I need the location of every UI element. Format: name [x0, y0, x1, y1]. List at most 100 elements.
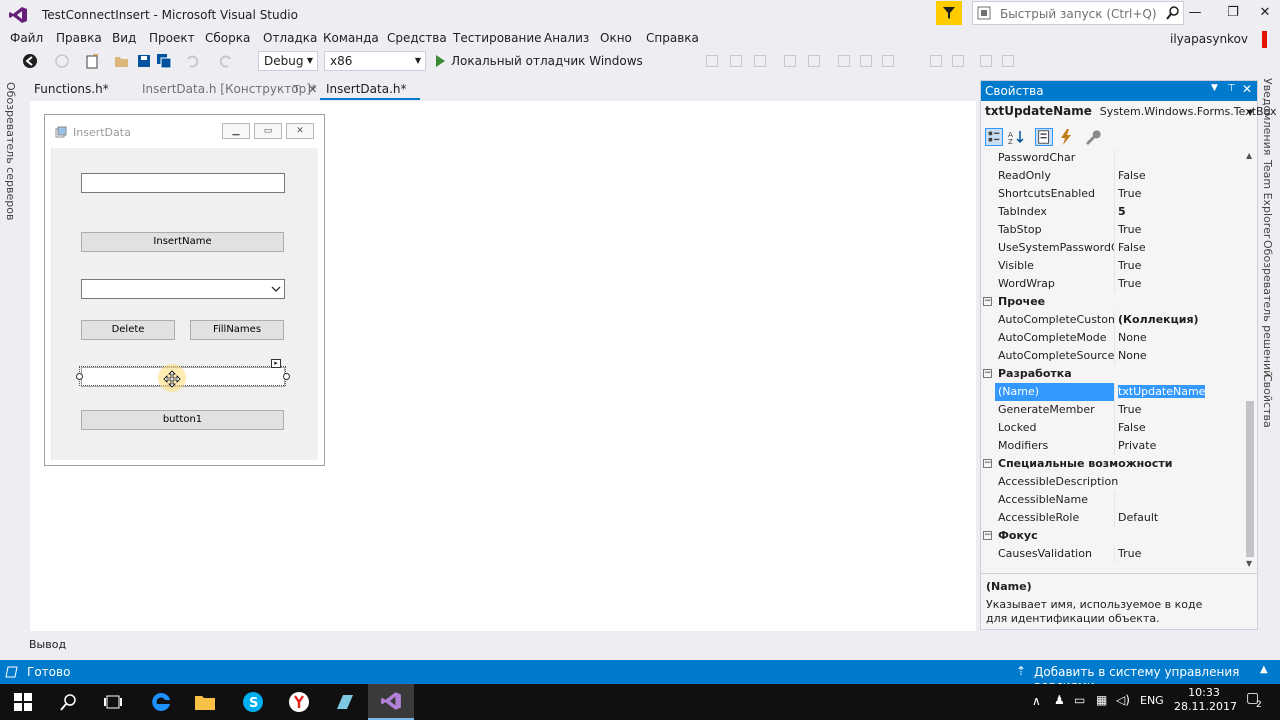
menu-test[interactable]: Тестирование — [453, 30, 542, 46]
property-value-editor[interactable]: txtUpdateName — [1118, 383, 1206, 401]
chevron-down-icon[interactable]: ▼ — [1247, 108, 1253, 117]
close-tab-icon[interactable]: ✕ — [308, 80, 317, 99]
make-same-width-icon[interactable] — [838, 55, 850, 67]
solution-config-select[interactable]: Debug ▼ — [258, 51, 318, 71]
property-row[interactable]: PasswordChar — [981, 149, 1243, 167]
property-row[interactable]: ReadOnly False — [981, 167, 1243, 185]
tab-functions-h[interactable]: Functions.h* — [28, 80, 138, 100]
navigate-back-icon[interactable] — [22, 53, 38, 69]
menu-window[interactable]: Окно — [600, 30, 632, 46]
notification-filter-icon[interactable] — [936, 1, 962, 25]
button1[interactable]: button1 — [81, 410, 284, 430]
category-design[interactable]: − Разработка — [981, 365, 1243, 383]
visual-studio-taskbar-button[interactable] — [368, 684, 414, 720]
solution-platform-select[interactable]: x86 ▼ — [324, 51, 426, 71]
menu-edit[interactable]: Правка — [56, 30, 102, 46]
bring-to-front-icon[interactable] — [980, 55, 992, 67]
maximize-button[interactable]: ❐ — [1216, 0, 1250, 26]
names-combobox[interactable] — [81, 279, 285, 299]
property-row[interactable]: GenerateMember True — [981, 401, 1243, 419]
property-row[interactable]: AccessibleDescription — [981, 473, 1243, 491]
input-language[interactable]: ENG — [1140, 694, 1164, 707]
undo-icon[interactable] — [184, 53, 200, 69]
category-other[interactable]: − Прочее — [981, 293, 1243, 311]
navigate-forward-icon[interactable] — [54, 53, 70, 69]
name-textbox[interactable] — [81, 173, 285, 193]
alphabetical-icon[interactable]: AZ — [1007, 128, 1025, 146]
server-explorer-tab[interactable]: Обозреватель серверов — [4, 82, 17, 220]
menu-build[interactable]: Сборка — [205, 30, 250, 46]
make-same-height-icon[interactable] — [860, 55, 872, 67]
center-horizontally-icon[interactable] — [930, 55, 942, 67]
start-debugging-button[interactable]: Локальный отладчик Windows — [436, 51, 643, 71]
tab-insertdata-designer[interactable]: InsertData.h [Конструктор]* ⊤ ✕ — [136, 80, 322, 100]
team-explorer-tab[interactable]: Team Explorer — [1261, 160, 1274, 238]
property-row[interactable]: ShortcutsEnabled True — [981, 185, 1243, 203]
network-icon[interactable]: ▦ — [1096, 693, 1107, 707]
delete-button[interactable]: Delete — [81, 320, 175, 340]
property-row[interactable]: UseSystemPasswordCh False — [981, 239, 1243, 257]
explorer-taskbar-button[interactable] — [182, 684, 228, 720]
menu-tools[interactable]: Средства — [387, 30, 447, 46]
menu-file[interactable]: Файл — [10, 30, 43, 46]
collapse-icon[interactable]: − — [983, 459, 992, 468]
property-row[interactable]: WordWrap True — [981, 275, 1243, 293]
collapse-icon[interactable]: − — [983, 297, 992, 306]
insert-name-button[interactable]: InsertName — [81, 232, 284, 252]
categorized-icon[interactable] — [985, 128, 1003, 146]
menu-analyze[interactable]: Анализ — [544, 30, 589, 46]
scroll-down-icon[interactable]: ▼ — [1246, 559, 1252, 568]
property-row[interactable]: AutoCompleteSource None — [981, 347, 1243, 365]
notification-flag-icon[interactable] — [1262, 31, 1267, 48]
events-icon[interactable] — [1057, 128, 1075, 146]
menu-debug[interactable]: Отладка — [263, 30, 317, 46]
chevron-up-icon[interactable]: ▲ — [1260, 664, 1268, 675]
category-accessibility[interactable]: − Специальные возможности — [981, 455, 1243, 473]
minimize-button[interactable]: — — [1178, 0, 1212, 26]
people-icon[interactable]: ♟ — [1054, 693, 1065, 707]
menu-help[interactable]: Справка — [646, 30, 699, 46]
pin-icon[interactable]: ⊤ — [1227, 83, 1236, 94]
solution-explorer-tab[interactable]: Обозреватель решений — [1261, 240, 1274, 377]
output-window-tab[interactable]: Вывод — [29, 638, 66, 651]
property-row[interactable]: TabStop True — [981, 221, 1243, 239]
close-button[interactable]: ✕ — [1248, 0, 1280, 26]
search-button[interactable] — [46, 684, 92, 720]
app-taskbar-button[interactable] — [322, 684, 368, 720]
property-row[interactable]: AutoCompleteMode None — [981, 329, 1243, 347]
menu-view[interactable]: Вид — [112, 30, 136, 46]
property-row[interactable]: Visible True — [981, 257, 1243, 275]
property-row[interactable]: Modifiers Private — [981, 437, 1243, 455]
tray-chevron-icon[interactable]: ∧ — [1032, 694, 1041, 708]
skype-taskbar-button[interactable]: S — [230, 684, 276, 720]
property-row[interactable]: CausesValidation True — [981, 545, 1243, 563]
resize-handle-left[interactable] — [76, 373, 83, 380]
close-icon[interactable]: ✕ — [1242, 82, 1252, 96]
align-tops-icon[interactable] — [784, 55, 796, 67]
menu-team[interactable]: Команда — [323, 30, 379, 46]
collapse-icon[interactable]: − — [983, 531, 992, 540]
quick-launch-input[interactable]: Быстрый запуск (Ctrl+Q) — [972, 1, 1184, 25]
smart-tag-icon[interactable]: ▸ — [271, 359, 281, 368]
send-to-back-icon[interactable] — [1002, 55, 1014, 67]
menu-project[interactable]: Проект — [149, 30, 195, 46]
properties-tab[interactable]: Свойства — [1261, 374, 1274, 428]
pin-icon[interactable]: ⊤ — [292, 80, 301, 99]
user-account[interactable]: ilyapasynkov — [1170, 32, 1248, 46]
fill-names-button[interactable]: FillNames — [190, 320, 284, 340]
align-centers-icon[interactable] — [730, 55, 742, 67]
property-pages-icon[interactable] — [1083, 128, 1101, 146]
property-row[interactable]: Locked False — [981, 419, 1243, 437]
properties-view-icon[interactable] — [1035, 128, 1053, 146]
resize-handle-right[interactable] — [283, 373, 290, 380]
align-middles-icon[interactable] — [808, 55, 820, 67]
tab-insertdata-h[interactable]: InsertData.h* — [320, 80, 420, 100]
yandex-browser-taskbar-button[interactable] — [276, 684, 322, 720]
start-button[interactable] — [0, 684, 46, 720]
save-icon[interactable] — [136, 53, 152, 69]
category-focus[interactable]: − Фокус — [981, 527, 1243, 545]
object-selector[interactable]: txtUpdateName System.Windows.Forms.TextB… — [985, 104, 1276, 118]
task-view-button[interactable] — [90, 684, 136, 720]
save-all-icon[interactable] — [156, 53, 172, 69]
redo-icon[interactable] — [218, 53, 234, 69]
